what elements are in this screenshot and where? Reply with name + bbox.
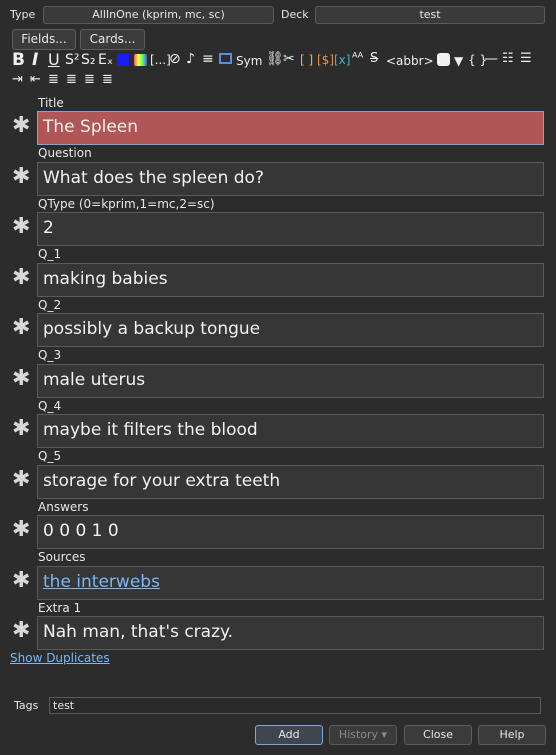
type-label: Type [10,8,36,21]
symbols-button[interactable]: Sym [236,52,262,70]
tags-label: Tags [14,699,39,712]
field-label: Q_1 [38,247,62,261]
field-input-q2[interactable]: possibly a backup tongue [37,313,544,347]
cloze-icon[interactable]: [...] [150,51,171,69]
sticky-toggle-icon[interactable]: ✱ [12,417,30,441]
align-right-icon[interactable]: ≣ [84,71,95,89]
field-label: QType (0=kprim,1=mc,2=sc) [38,197,215,211]
sticky-toggle-icon[interactable]: ✱ [12,266,30,290]
field-label: Answers [38,500,89,514]
sticky-toggle-icon[interactable]: ✱ [12,367,30,391]
deck-label: Deck [281,8,309,21]
paperclip-icon[interactable]: ⊘ [169,50,181,68]
sticky-toggle-icon[interactable]: ✱ [12,518,30,542]
field-label: Q_5 [38,449,62,463]
outdent-icon[interactable]: ⇤ [30,71,41,89]
field-label: Question [38,146,92,160]
deck-selector[interactable]: test [315,6,545,24]
sticky-toggle-icon[interactable]: ✱ [12,619,30,643]
align-center-icon[interactable]: ≣ [66,71,77,89]
color-swatch-icon[interactable] [437,53,450,66]
show-duplicates-link[interactable]: Show Duplicates [10,651,110,665]
close-button[interactable]: Close [404,725,472,745]
field-input-q5[interactable]: storage for your extra teeth [37,465,544,499]
sticky-toggle-icon[interactable]: ✱ [12,165,30,189]
add-button[interactable]: Add [255,725,323,745]
link-icon[interactable]: ⛓ [266,50,284,68]
field-label: Extra 1 [38,601,82,615]
sticky-toggle-icon[interactable]: ✱ [12,468,30,492]
underline-button[interactable]: U [48,51,60,69]
dropdown-arrow-icon[interactable]: ▼ [454,52,463,70]
font-size-icon[interactable]: ᴬᴬ [352,50,363,68]
sticky-toggle-icon[interactable]: ✱ [12,316,30,340]
field-input-question[interactable]: What does the spleen do? [37,162,544,196]
field-input-extra1[interactable]: Nah man, that's crazy. [37,616,544,650]
horizontal-rule-icon[interactable]: — [484,50,498,68]
highlight-color-icon[interactable] [134,54,147,66]
image-occlusion-icon[interactable] [219,53,232,64]
italic-button[interactable]: I [32,51,38,69]
latex-equation-icon[interactable]: [$] [317,51,334,69]
note-type-selector[interactable]: AllInOne (kprim, mc, sc) [43,6,274,24]
tags-input[interactable]: test [49,697,541,714]
mathjax-icon[interactable]: [x] [334,51,350,69]
field-label: Q_2 [38,298,62,312]
field-label: Sources [38,550,86,564]
sources-link[interactable]: the interwebs [43,572,160,592]
superscript-button[interactable]: S² [65,51,80,69]
numbered-list-icon[interactable]: ☰ [520,50,532,68]
note-type-deck-row: Type AllInOne (kprim, mc, sc) Deck test [0,4,556,26]
text-color-icon[interactable] [117,54,129,66]
abbr-button[interactable]: <abbr> [386,52,434,70]
field-input-qtype[interactable]: 2 [37,212,544,246]
bullet-list-icon[interactable]: ☷ [502,50,514,68]
field-input-q4[interactable]: maybe it filters the blood [37,414,544,448]
help-button[interactable]: Help [478,725,546,745]
formatting-toolbar: B I U S² S₂ Eₓ [...] ⊘ ♪ ≡ Sym ⛓ ✂ [ ] [… [12,50,552,90]
subscript-button[interactable]: S₂ [81,51,96,69]
strikethrough-icon[interactable]: S [370,50,378,68]
field-label: Title [38,96,64,110]
microphone-icon[interactable]: ♪ [186,50,195,68]
field-input-answers[interactable]: 0 0 0 1 0 [37,515,544,549]
unlink-icon[interactable]: ✂ [283,50,295,68]
menu-icon[interactable]: ≡ [202,50,214,68]
latex-icon[interactable]: [ ] [300,51,313,69]
field-label: Q_4 [38,399,62,413]
clear-format-icon[interactable]: Eₓ [98,51,113,69]
history-button[interactable]: History ▾ [329,725,397,745]
cards-button[interactable]: Cards... [80,29,145,50]
field-input-q3[interactable]: male uterus [37,364,544,398]
bold-button[interactable]: B [12,51,25,69]
field-input-q1[interactable]: making babies [37,263,544,297]
field-label: Q_3 [38,348,62,362]
sticky-toggle-icon[interactable]: ✱ [12,215,30,239]
fields-button[interactable]: Fields... [12,29,76,50]
align-left-icon[interactable]: ≣ [48,71,59,89]
field-input-sources[interactable]: the interwebs [37,566,544,600]
sticky-toggle-icon[interactable]: ✱ [12,114,30,138]
sticky-toggle-icon[interactable]: ✱ [12,569,30,593]
field-input-title[interactable]: The Spleen [37,111,544,145]
align-justify-icon[interactable]: ≣ [102,71,113,89]
indent-icon[interactable]: ⇥ [12,71,23,89]
